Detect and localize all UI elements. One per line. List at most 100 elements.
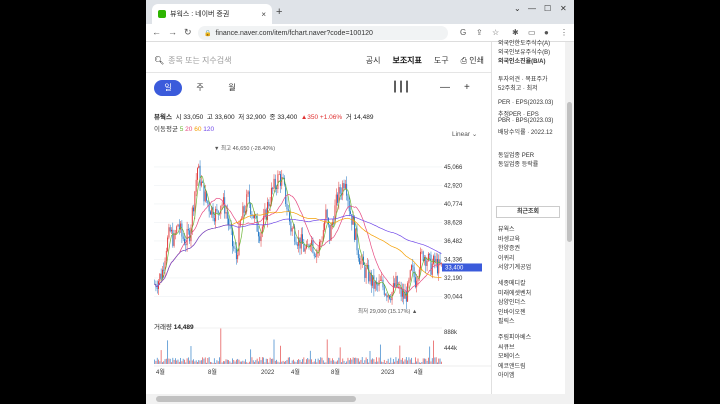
candle-body bbox=[224, 197, 226, 214]
ma-period-120[interactable]: 120 bbox=[201, 126, 214, 133]
volume-bar bbox=[298, 359, 300, 364]
volume-bar bbox=[307, 358, 309, 364]
volume-bar bbox=[167, 340, 169, 364]
link-indicators[interactable]: 보조지표 bbox=[392, 55, 421, 66]
recent-item[interactable]: 에코앤드림 bbox=[498, 361, 526, 370]
volume-bar bbox=[342, 358, 344, 364]
print-button[interactable]: ⎙ 인쇄 bbox=[461, 55, 484, 66]
tab-close-icon[interactable]: × bbox=[261, 10, 266, 19]
chevron-down-icon[interactable]: ⌄ bbox=[514, 4, 521, 13]
volume-bar bbox=[302, 359, 303, 364]
vertical-scrollbar[interactable] bbox=[565, 42, 574, 394]
recent-item[interactable]: 삼양인더스 bbox=[498, 297, 526, 306]
candle-body bbox=[369, 272, 371, 282]
volume-header-value: 14,489 bbox=[173, 324, 194, 331]
recent-title[interactable]: 최근조회 bbox=[496, 206, 560, 218]
recent-item[interactable]: 모베이스 bbox=[498, 351, 520, 360]
tab-daily[interactable]: 일 bbox=[154, 80, 182, 96]
browser-tab[interactable]: 뷰웍스 : 네이버 증권 × bbox=[152, 4, 272, 24]
volume-bar bbox=[420, 362, 421, 364]
print-label: 인쇄 bbox=[469, 55, 484, 65]
scroll-thumb-h[interactable] bbox=[156, 396, 356, 402]
recent-item[interactable]: 세종메디칼 bbox=[498, 278, 526, 287]
volume-bar bbox=[321, 357, 323, 364]
tab-weekly[interactable]: 주 bbox=[186, 80, 214, 96]
candle-body bbox=[247, 191, 249, 195]
reload-icon[interactable]: ↻ bbox=[184, 27, 192, 38]
close-window-icon[interactable]: ✕ bbox=[560, 4, 567, 13]
stock-name: 뷰웍스 bbox=[154, 114, 172, 121]
chart-page: 🔍︎ 종목 또는 지수검색 공시 보조지표 도구 ⎙ 인쇄 일 주 월 ┃┃┃ … bbox=[146, 42, 491, 394]
horizontal-scrollbar[interactable] bbox=[146, 394, 574, 404]
recent-item[interactable]: 이퀴리 bbox=[498, 253, 515, 262]
zoom-in-icon[interactable]: + bbox=[464, 82, 470, 93]
tab-monthly[interactable]: 월 bbox=[218, 80, 246, 96]
maximize-icon[interactable]: ☐ bbox=[544, 4, 551, 13]
recent-item[interactable]: 한양증권 bbox=[498, 243, 520, 252]
ma-periods[interactable]: 5 20 60 120 bbox=[180, 126, 214, 133]
volume-bar bbox=[391, 362, 393, 364]
recent-item[interactable]: 씨큐브 bbox=[498, 342, 515, 351]
price-chart[interactable]: 30,044 32,190 34,336 36,482 38,628 40,774 42,9… bbox=[146, 138, 491, 394]
recent-item[interactable]: 서양기계공업 bbox=[498, 262, 531, 271]
share-icon[interactable]: ⇪ bbox=[476, 28, 483, 37]
y-tick-label: 30,044 bbox=[444, 294, 463, 300]
candle-body bbox=[250, 203, 252, 215]
volume-bar bbox=[156, 357, 158, 364]
address-bar[interactable]: 🔒 finance.naver.com/item/fchart.naver?co… bbox=[198, 26, 448, 40]
link-disclosure[interactable]: 공시 bbox=[366, 55, 381, 66]
google-icon[interactable]: G bbox=[460, 28, 466, 37]
volume-bar bbox=[187, 357, 189, 364]
x-tick-label: 8월 bbox=[208, 368, 217, 376]
stock-search-input[interactable]: 종목 또는 지수검색 bbox=[168, 55, 231, 66]
browser-window: 뷰웍스 : 네이버 증권 × + ⌄ — ☐ ✕ ← → ↻ 🔒 finance… bbox=[146, 0, 574, 404]
recent-item[interactable]: 미래에셋벤처 bbox=[498, 288, 531, 297]
scale-mode-select[interactable]: Linear ⌄ bbox=[452, 130, 477, 138]
volume-bar bbox=[159, 361, 161, 364]
volume-bar bbox=[304, 362, 306, 364]
link-tools[interactable]: 도구 bbox=[434, 55, 449, 66]
recent-item[interactable]: 바셍교육 bbox=[498, 234, 520, 243]
back-icon[interactable]: ← bbox=[152, 27, 161, 37]
candle-body bbox=[395, 276, 397, 287]
search-icon[interactable]: 🔍︎ bbox=[154, 56, 164, 65]
minimize-icon[interactable]: — bbox=[528, 4, 536, 13]
candle-body bbox=[237, 255, 239, 260]
y-tick-label: 40,774 bbox=[444, 202, 463, 208]
forward-icon[interactable]: → bbox=[168, 27, 177, 37]
profile-avatar-icon[interactable]: ● bbox=[544, 28, 549, 37]
volume-bar bbox=[221, 362, 223, 364]
low-annotation: 최저 29,000 (15.17%) ▲ bbox=[358, 307, 417, 315]
recent-item[interactable]: 필릭스 bbox=[498, 316, 515, 325]
volume-bar bbox=[439, 358, 441, 364]
candle-body bbox=[260, 232, 262, 242]
volume-bar bbox=[408, 357, 410, 364]
volume-bar bbox=[306, 359, 307, 364]
recent-item[interactable]: 주림피아베스 bbox=[498, 332, 531, 341]
sidepanel-icon[interactable]: ▭ bbox=[528, 28, 536, 37]
candle-body bbox=[379, 280, 381, 281]
candle-body bbox=[185, 244, 187, 246]
volume-bar bbox=[412, 362, 414, 364]
recent-item[interactable]: 인바이오젠 bbox=[498, 307, 526, 316]
bookmark-star-icon[interactable]: ☆ bbox=[492, 28, 499, 37]
extensions-icon[interactable]: ✱ bbox=[512, 28, 519, 37]
volume-bar bbox=[255, 360, 257, 364]
recent-item[interactable]: 아이엠 bbox=[498, 370, 515, 379]
volume-bar bbox=[426, 360, 428, 364]
scroll-thumb[interactable] bbox=[567, 102, 572, 242]
volume-bar bbox=[245, 359, 246, 364]
candle-type-icon[interactable]: ┃┃┃ bbox=[392, 82, 410, 93]
candle-body bbox=[156, 287, 158, 289]
current-price-label: 33,400 bbox=[445, 266, 464, 272]
close-label: 종 bbox=[269, 114, 276, 121]
volume-bar bbox=[194, 361, 196, 364]
zoom-out-icon[interactable]: — bbox=[440, 82, 450, 93]
new-tab-button[interactable]: + bbox=[276, 6, 282, 18]
recent-item[interactable]: 뷰웍스 bbox=[498, 224, 515, 233]
volume-bar bbox=[261, 357, 263, 364]
menu-kebab-icon[interactable]: ⋮ bbox=[560, 28, 568, 37]
volume-bar bbox=[369, 350, 371, 364]
volume-bar bbox=[224, 361, 226, 364]
candle-body bbox=[320, 241, 322, 243]
